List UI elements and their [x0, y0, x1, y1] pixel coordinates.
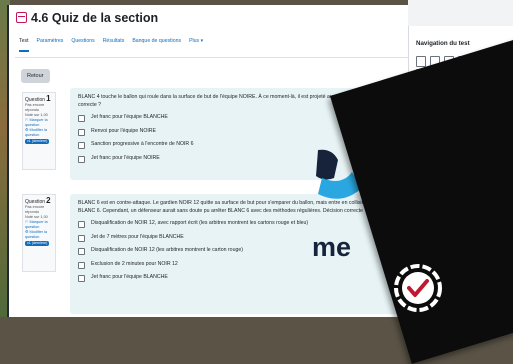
- version-badge: v1 (dernière): [25, 139, 50, 144]
- option-label: Renvoi pour l'équipe NOIRE: [91, 127, 157, 134]
- tab-bar: Test Paramètres Questions Résultats Banq…: [19, 38, 203, 52]
- edit-question-text: Modifier la question: [25, 230, 47, 239]
- option-label: Disqualification de NOIR 12 (les arbitre…: [91, 247, 243, 253]
- checkbox[interactable]: [78, 221, 85, 228]
- edit-question-link[interactable]: ⚙ Modifier la question: [25, 128, 53, 138]
- option-label: Sanction progressive à l'encontre de NOI…: [91, 141, 194, 147]
- tab-questions[interactable]: Questions: [71, 38, 94, 52]
- navigation-title: Navigation du test: [416, 40, 470, 47]
- checkbox[interactable]: [78, 248, 85, 255]
- checkbox[interactable]: [78, 155, 85, 163]
- tab-plus[interactable]: Plus ▾: [189, 38, 203, 52]
- flag-question-text: Marquer la question: [25, 118, 48, 127]
- option-label: Jet franc pour l'équipe BLANCHE: [91, 114, 168, 120]
- tab-test[interactable]: Test: [19, 38, 29, 52]
- question-2-info: Question 2 Pas encore répondu Noté sur 1…: [22, 194, 56, 272]
- question-status: Pas encore répondu: [25, 103, 45, 112]
- tab-resultats[interactable]: Résultats: [103, 38, 125, 52]
- question-number: 1: [46, 94, 51, 103]
- checkbox[interactable]: [78, 234, 85, 242]
- logo-text: me: [312, 232, 352, 262]
- option-label: Disqualification de NOIR 12, avec rappor…: [91, 220, 309, 226]
- checkbox[interactable]: [78, 128, 85, 136]
- tab-parametres[interactable]: Paramètres: [37, 38, 64, 52]
- flag-question-link[interactable]: ⚐ Marquer la question: [25, 220, 53, 230]
- checkbox[interactable]: [78, 275, 85, 282]
- edit-question-link[interactable]: ⚙ Modifier la question: [25, 230, 53, 240]
- flag-question-link[interactable]: ⚐ Marquer la question: [25, 118, 53, 128]
- edit-question-text: Modifier la question: [25, 128, 47, 137]
- checkbox[interactable]: [78, 115, 85, 122]
- checkbox[interactable]: [78, 142, 85, 149]
- tab-banque-de-questions[interactable]: Banque de questions: [132, 38, 181, 52]
- back-button[interactable]: Retour: [21, 69, 50, 83]
- logo-swoosh-dark: [316, 149, 338, 180]
- option-label: Jet franc pour l'équipe NOIRE: [91, 154, 160, 161]
- question-2-option-5[interactable]: Jet franc pour l'équipe BLANCHE: [78, 274, 398, 282]
- window-top-strip: [408, 0, 513, 26]
- option-label: Jet franc pour l'équipe BLANCHE: [91, 274, 168, 280]
- page-title: 4.6 Quiz de la section: [16, 11, 158, 25]
- tab-divider: [15, 57, 410, 58]
- page-title-text: 4.6 Quiz de la section: [31, 11, 159, 25]
- quiz-icon: [16, 12, 27, 23]
- nav-question-cell[interactable]: [416, 56, 426, 67]
- question-status: Pas encore répondu: [25, 205, 45, 214]
- option-label: Exclusion de 2 minutes pour NOIR 12: [91, 260, 178, 267]
- check-badge-icon: [394, 264, 442, 312]
- question-1-info: Question 1 Pas encore répondu Noté sur 1…: [22, 92, 56, 170]
- question-number: 2: [46, 196, 51, 205]
- option-label: Jet de 7 mètres pour l'équipe BLANCHE: [91, 233, 184, 240]
- checkbox[interactable]: [78, 261, 85, 269]
- version-badge: v1 (dernière): [25, 241, 50, 246]
- flag-question-text: Marquer la question: [25, 220, 48, 229]
